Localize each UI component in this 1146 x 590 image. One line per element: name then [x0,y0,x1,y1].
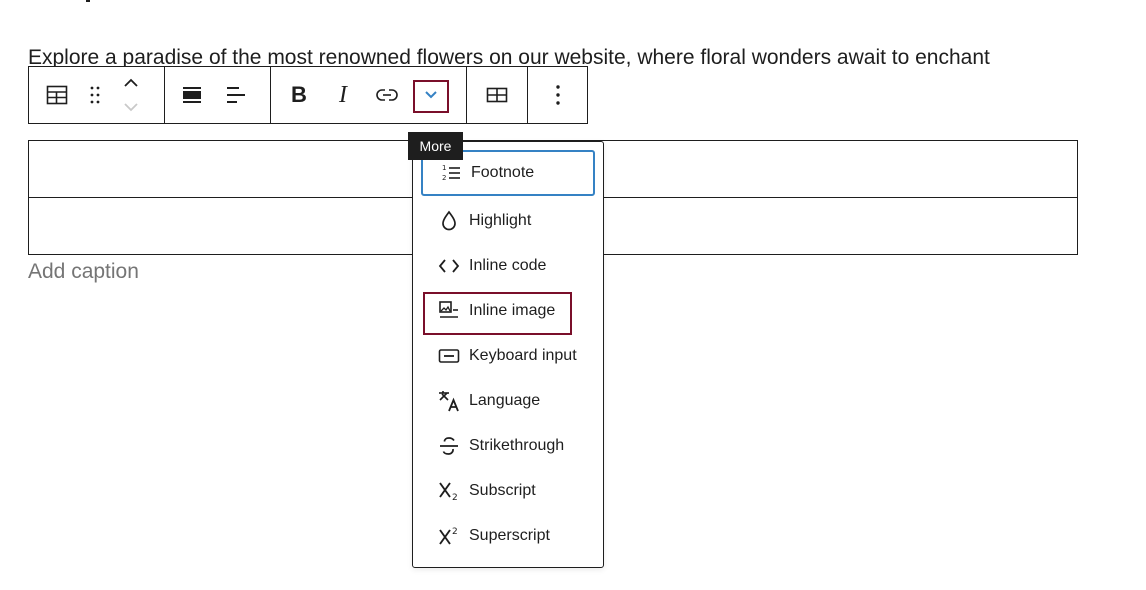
menu-item-language[interactable]: Language [421,379,595,423]
menu-item-subscript[interactable]: 2 Subscript [421,469,595,513]
highlight-icon [437,209,461,233]
menu-label: Inline code [469,257,547,274]
svg-text:2: 2 [442,174,446,182]
more-formats-button[interactable] [409,67,453,123]
subscript-icon: 2 [437,479,461,503]
menu-item-inline-code[interactable]: Inline code [421,244,595,288]
footnote-icon: 12 [439,161,463,185]
paragraph-rest: website, where floral wonders await to e… [548,46,990,69]
table-edit-icon[interactable] [475,67,519,123]
table-icon[interactable] [35,67,79,123]
toolbar-group-format: B I [271,67,467,123]
menu-label: Keyboard input [469,347,577,364]
italic-icon[interactable]: I [321,67,365,123]
toolbar-group-options [528,67,587,123]
justify-icon[interactable] [214,67,258,123]
toolbar-group-table [467,67,528,123]
toolbar-group-align [165,67,271,123]
image-icon [437,299,461,323]
menu-label: Subscript [469,482,536,499]
menu-label: Language [469,392,541,409]
more-formats-menu: 12 Footnote Highlight Inline code Inline… [412,141,604,568]
caption-placeholder[interactable]: Add caption [28,260,139,284]
menu-label: Superscript [469,527,550,544]
more-tooltip: More [408,132,463,160]
superscript-icon: 2 [437,524,461,548]
menu-label: Inline image [469,302,556,319]
bold-icon[interactable]: B [277,67,321,123]
link-icon[interactable] [365,67,409,123]
menu-item-superscript[interactable]: 2 Superscript [421,514,595,558]
menu-label: Strikethrough [469,437,565,454]
options-icon[interactable] [536,67,580,123]
more-button-outline [413,80,449,113]
svg-text:2: 2 [452,527,458,537]
block-toolbar: B I [28,66,588,124]
menu-item-strikethrough[interactable]: Strikethrough [421,424,595,468]
language-icon [437,389,461,413]
toolbar-group-block [29,67,165,123]
code-icon [437,254,461,278]
move-icon[interactable] [111,67,151,123]
drag-icon[interactable] [79,67,111,123]
menu-label: Footnote [471,164,535,181]
strikethrough-icon [437,434,461,458]
menu-item-highlight[interactable]: Highlight [421,199,595,243]
keyboard-icon [437,344,461,368]
menu-label: Highlight [469,212,532,229]
cursor-mark [86,0,90,2]
menu-item-keyboard-input[interactable]: Keyboard input [421,334,595,378]
align-icon[interactable] [170,67,214,123]
svg-text:2: 2 [452,493,458,503]
menu-item-inline-image[interactable]: Inline image [421,289,595,333]
svg-text:1: 1 [442,164,446,172]
